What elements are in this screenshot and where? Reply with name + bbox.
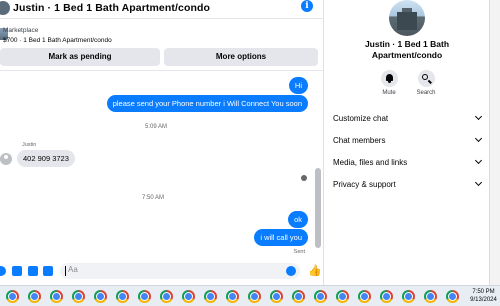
chrome-icon[interactable] <box>314 290 327 303</box>
chevron-down-icon <box>474 178 483 187</box>
chrome-icon[interactable] <box>72 290 85 303</box>
divider <box>0 70 324 71</box>
info-title-line1: Justin · 1 Bed 1 Bath <box>364 39 450 49</box>
clock-time: 7:50 PM <box>472 289 495 295</box>
section-privacy-support[interactable]: Privacy & support <box>333 178 487 196</box>
conversation-avatar[interactable] <box>0 1 10 15</box>
chrome-icon[interactable] <box>226 290 239 303</box>
chrome-icon[interactable] <box>204 290 217 303</box>
search-icon <box>417 70 435 87</box>
chrome-icon[interactable] <box>138 290 151 303</box>
message-timestamp: 5:09 AM <box>145 124 168 130</box>
search-button[interactable]: Search <box>406 70 446 96</box>
chrome-icon[interactable] <box>6 290 19 303</box>
building-image <box>397 12 417 30</box>
chrome-icon[interactable] <box>248 290 261 303</box>
chrome-icon[interactable] <box>358 290 371 303</box>
message-bubble-outgoing[interactable]: Hi <box>288 77 308 94</box>
chrome-icon[interactable] <box>446 290 459 303</box>
sender-avatar[interactable] <box>0 153 12 165</box>
chrome-icon[interactable] <box>336 290 349 303</box>
mark-as-pending-button[interactable]: Mark as pending <box>0 48 160 66</box>
listing-summary: $700 · 1 Bed 1 Bath Apartment/condo <box>3 37 112 44</box>
chrome-icon[interactable] <box>50 290 63 303</box>
clock-date: 9/13/2024 <box>470 297 497 303</box>
taskbar: 7:50 PM 9/13/2024 <box>0 285 500 306</box>
chevron-down-icon <box>474 156 483 165</box>
section-label: Customize chat <box>333 114 389 123</box>
chrome-icon[interactable] <box>94 290 107 303</box>
chat-title[interactable]: Justin · 1 Bed 1 Bath Apartment/condo <box>13 2 210 14</box>
section-label: Privacy & support <box>333 180 396 189</box>
plus-icon[interactable] <box>0 266 6 276</box>
sticker-icon[interactable] <box>28 266 38 276</box>
section-label: Media, files and links <box>333 158 408 167</box>
message-bubble-outgoing[interactable]: i will call you <box>254 229 308 246</box>
chrome-icon[interactable] <box>402 290 415 303</box>
chrome-icon[interactable] <box>28 290 41 303</box>
system-clock[interactable]: 7:50 PM 9/13/2024 <box>467 288 500 304</box>
section-media-files-links[interactable]: Media, files and links <box>333 156 487 174</box>
conversation-info-panel: Justin · 1 Bed 1 Bath Apartment/condo Mu… <box>325 0 489 285</box>
info-title-line2: Apartment/condo <box>371 50 443 60</box>
message-bubble-outgoing[interactable]: ok <box>288 211 308 228</box>
chevron-down-icon <box>474 134 483 143</box>
mute-button[interactable]: Mute <box>369 70 409 96</box>
photo-icon[interactable] <box>12 266 22 276</box>
marketplace-label: Marketplace <box>3 27 39 34</box>
scrollbar-thumb[interactable] <box>315 168 321 248</box>
mute-label: Mute <box>382 90 396 96</box>
section-chat-members[interactable]: Chat members <box>333 134 487 152</box>
chrome-icon[interactable] <box>380 290 393 303</box>
window-edge-strip <box>489 0 500 285</box>
message-composer: Aa 👍 <box>0 260 324 282</box>
sent-status: Sent <box>293 249 305 255</box>
marketplace-listing[interactable]: Marketplace $700 · 1 Bed 1 Bath Apartmen… <box>0 24 324 46</box>
chrome-icon[interactable] <box>424 290 437 303</box>
chrome-icon[interactable] <box>270 290 283 303</box>
text-caret <box>65 266 66 276</box>
message-bubble-outgoing[interactable]: please send your Phone number i Will Con… <box>106 95 308 112</box>
sender-name: Justin <box>22 142 37 148</box>
bell-icon <box>380 70 398 87</box>
emoji-icon[interactable] <box>286 266 296 276</box>
listing-avatar[interactable] <box>389 0 425 36</box>
message-bubble-incoming[interactable]: 402 909 3723 <box>17 150 75 167</box>
section-customize-chat[interactable]: Customize chat <box>333 112 487 130</box>
section-label: Chat members <box>333 136 386 145</box>
like-thumb-icon[interactable]: 👍 <box>308 264 322 277</box>
message-timestamp: 7:50 AM <box>142 195 165 201</box>
chrome-icon[interactable] <box>160 290 173 303</box>
search-label: Search <box>416 90 436 96</box>
chrome-icon[interactable] <box>116 290 129 303</box>
gif-icon[interactable] <box>43 266 53 276</box>
message-input[interactable]: Aa <box>60 263 300 279</box>
chevron-down-icon <box>474 112 483 121</box>
info-icon[interactable]: i <box>301 0 313 12</box>
chrome-icon[interactable] <box>182 290 195 303</box>
seen-avatar-icon <box>301 175 307 181</box>
chat-header: Justin · 1 Bed 1 Bath Apartment/condo i <box>0 0 324 19</box>
chat-pane: Justin · 1 Bed 1 Bath Apartment/condo i … <box>0 0 324 285</box>
message-input-placeholder: Aa <box>68 265 78 274</box>
more-options-button[interactable]: More options <box>164 48 318 66</box>
chrome-icon[interactable] <box>292 290 305 303</box>
info-panel-title: Justin · 1 Bed 1 Bath Apartment/condo <box>325 39 489 61</box>
